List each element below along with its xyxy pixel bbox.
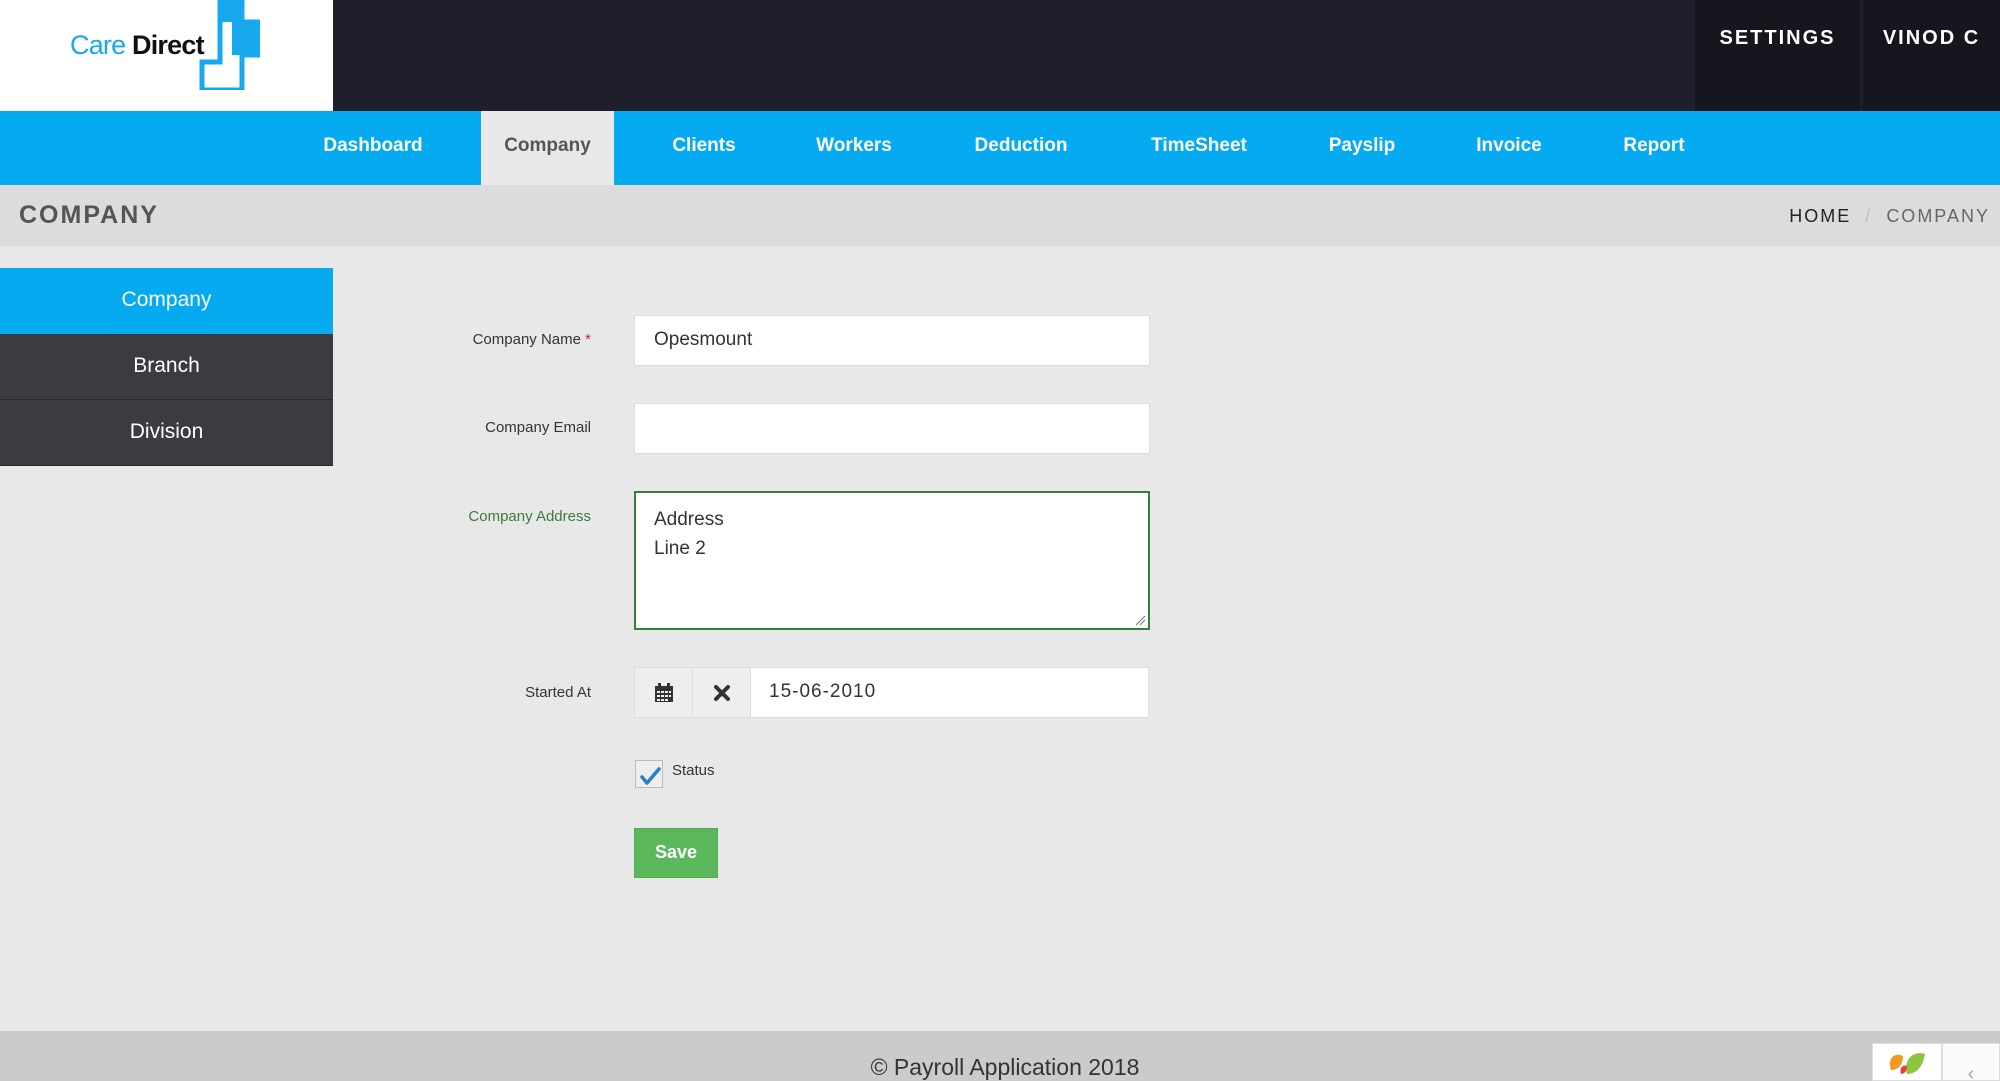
calendar-button[interactable] <box>635 668 693 717</box>
side-menu: Company Branch Division <box>0 268 333 466</box>
started-at-input[interactable]: 15-06-2010 <box>751 668 1148 717</box>
address-line-2: Line 2 <box>654 538 706 559</box>
nav-item-invoice[interactable]: Invoice <box>1459 111 1559 185</box>
logo-direct: Direct <box>132 30 205 60</box>
sidebar-item-division[interactable]: Division <box>0 400 333 466</box>
breadcrumb-current: COMPANY <box>1886 206 1990 226</box>
company-email-label: Company Email <box>485 419 591 436</box>
nav-item-clients[interactable]: Clients <box>644 111 764 185</box>
save-button[interactable]: Save <box>634 828 718 878</box>
chevron-left-icon[interactable]: ‹ <box>1942 1043 2000 1081</box>
company-email-input[interactable] <box>634 403 1150 454</box>
status-label: Status <box>672 762 715 779</box>
main-nav: Dashboard Company Clients Workers Deduct… <box>0 111 2000 185</box>
user-menu[interactable]: VINOD C <box>1863 0 2000 111</box>
page-header: COMPANY HOME / COMPANY <box>0 185 2000 246</box>
clear-date-button[interactable] <box>693 668 751 717</box>
company-name-label: Company Name * <box>331 331 591 348</box>
breadcrumb-separator: / <box>1865 206 1873 226</box>
calendar-icon <box>654 682 673 702</box>
breadcrumb: HOME / COMPANY <box>1789 206 1990 227</box>
logo[interactable]: Care Direct <box>0 0 333 111</box>
logo-care: Care <box>70 30 126 60</box>
footer: © Payroll Application 2018 <box>0 1031 2000 1081</box>
settings-link[interactable]: SETTINGS <box>1695 0 1860 111</box>
breadcrumb-home[interactable]: HOME <box>1789 206 1851 227</box>
leaf-logo-icon <box>1889 1053 1925 1074</box>
sidebar-item-branch[interactable]: Branch <box>0 334 333 400</box>
required-mark: * <box>585 331 591 348</box>
logo-text: Care Direct <box>70 30 205 61</box>
sidebar-item-company[interactable]: Company <box>0 268 333 334</box>
started-at-label: Started At <box>525 684 591 701</box>
started-at-date-group: 15-06-2010 <box>634 667 1149 718</box>
nav-item-timesheet[interactable]: TimeSheet <box>1134 111 1264 185</box>
resize-grip-icon[interactable] <box>1134 614 1146 626</box>
corner-widget[interactable] <box>1872 1043 1942 1081</box>
status-checkbox[interactable] <box>635 760 663 788</box>
nav-item-dashboard[interactable]: Dashboard <box>298 111 448 185</box>
address-line-1: Address <box>654 509 724 530</box>
nav-item-report[interactable]: Report <box>1604 111 1704 185</box>
company-address-label: Company Address <box>468 508 591 525</box>
top-bar: Care Direct SETTINGS VINOD C <box>0 0 2000 111</box>
nav-item-company[interactable]: Company <box>481 111 614 185</box>
page-title: COMPANY <box>19 201 159 229</box>
nav-item-deduction[interactable]: Deduction <box>956 111 1086 185</box>
nav-item-payslip[interactable]: Payslip <box>1312 111 1412 185</box>
company-address-textarea[interactable]: Address Line 2 <box>634 491 1150 630</box>
close-icon <box>713 684 730 701</box>
checkmark-icon <box>640 767 661 785</box>
company-name-label-text: Company Name <box>472 331 581 348</box>
nav-item-workers[interactable]: Workers <box>794 111 914 185</box>
footer-copyright: © Payroll Application 2018 <box>870 1054 1140 1080</box>
company-name-input[interactable]: Opesmount <box>634 315 1150 366</box>
